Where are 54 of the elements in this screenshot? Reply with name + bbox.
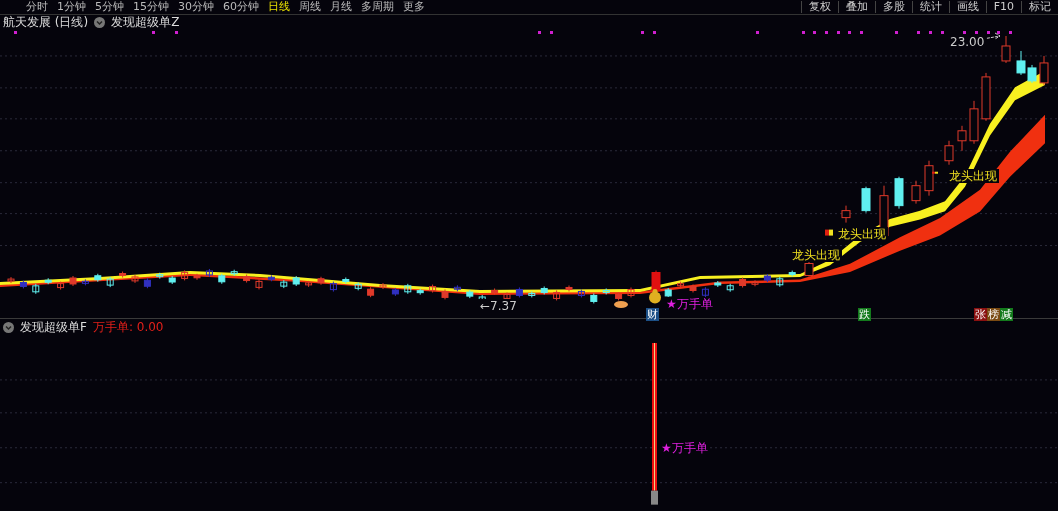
toolbar-button[interactable]: 复权 — [800, 1, 838, 13]
period-tab[interactable]: 分时 — [26, 0, 48, 14]
indicator-name: 发现超级单F — [20, 318, 87, 336]
candlestick — [841, 205, 851, 224]
price-label: ←7.37 — [478, 298, 519, 313]
collapse-icon[interactable] — [94, 17, 106, 29]
toolbar-button[interactable]: 统计 — [911, 1, 949, 13]
period-tab[interactable]: 多周期 — [361, 0, 394, 14]
period-tab[interactable]: 更多 — [403, 0, 425, 14]
price-label: 23.00 — [948, 34, 987, 49]
signal-label: 龙头出现 — [836, 226, 888, 241]
candlestick — [969, 100, 979, 145]
money-bag-icon — [649, 288, 661, 304]
candlestick — [894, 176, 904, 210]
candlestick — [861, 186, 871, 214]
period-tab[interactable]: 5分钟 — [95, 0, 124, 14]
candlestick — [1016, 50, 1026, 76]
indicator-name: 发现超级单Z — [111, 14, 180, 32]
flag-icon — [932, 171, 938, 174]
candlestick — [1027, 64, 1037, 84]
candlestick — [1001, 35, 1011, 64]
period-tab[interactable]: 15分钟 — [133, 0, 169, 14]
period-tab[interactable]: 月线 — [330, 0, 352, 14]
flag-icon — [825, 229, 833, 236]
period-tab[interactable]: 60分钟 — [223, 0, 259, 14]
period-tab[interactable]: 日线 — [268, 0, 290, 14]
candlestick — [957, 125, 967, 152]
signal-marker: 跌 — [858, 307, 871, 321]
signal-marker: 榜 — [987, 307, 1000, 321]
period-tab[interactable]: 30分钟 — [178, 0, 214, 14]
candlestick — [911, 180, 921, 205]
signal-label: 龙头出现 — [947, 168, 999, 183]
period-tab[interactable]: 周线 — [299, 0, 321, 14]
toolbar-button[interactable]: 画线 — [948, 1, 986, 13]
toolbar-button[interactable]: 叠加 — [837, 1, 875, 13]
candlestick — [944, 140, 954, 166]
toolbar-button[interactable]: 多股 — [874, 1, 912, 13]
period-tab[interactable]: 1分钟 — [57, 0, 86, 14]
candlestick — [924, 160, 934, 197]
candlestick — [651, 269, 661, 293]
candlestick — [1039, 55, 1049, 86]
stock-title: 航天发展 (日线) — [3, 14, 89, 32]
candlestick — [981, 72, 991, 122]
toolbar-button[interactable]: F10 — [985, 1, 1021, 13]
signal-label: ★万手单 — [659, 441, 710, 456]
signal-marker: 减 — [1000, 307, 1013, 321]
indicator-reading: 万手单: 0.00 — [92, 318, 164, 336]
signal-label: ★万手单 — [664, 296, 715, 311]
collapse-icon[interactable] — [3, 321, 14, 333]
ingot-icon — [614, 300, 628, 308]
signal-marker: 张 — [974, 307, 987, 321]
signal-label: 龙头出现 — [790, 247, 842, 262]
toolbar-button[interactable]: 标记 — [1021, 1, 1058, 13]
signal-marker: 财 — [646, 307, 659, 321]
